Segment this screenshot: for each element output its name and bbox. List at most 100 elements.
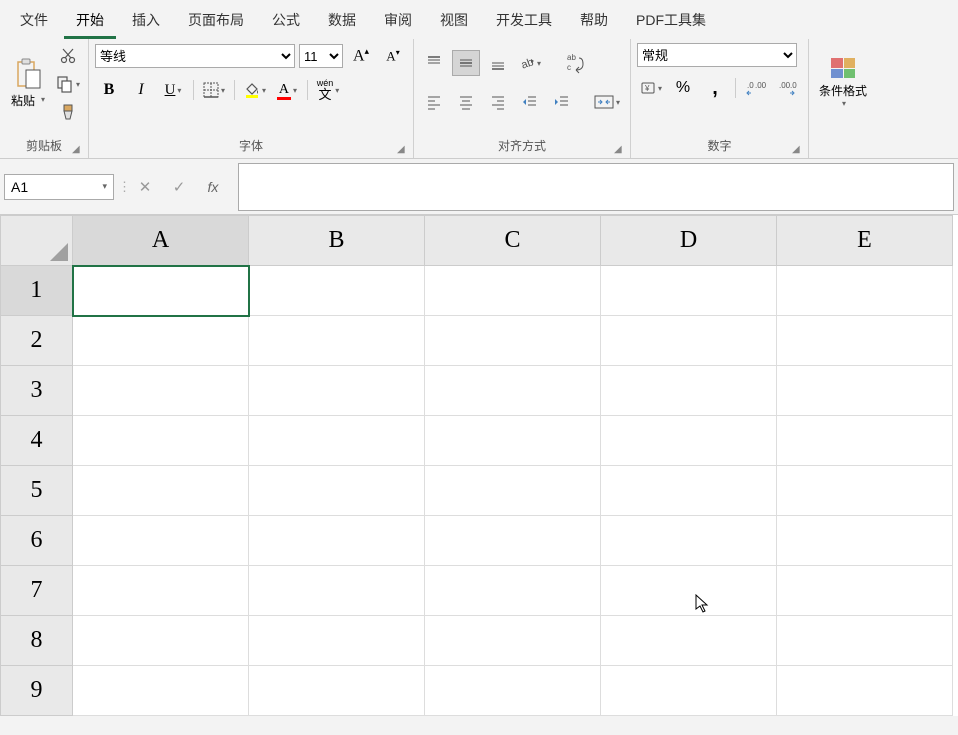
tab-pdf-tools[interactable]: PDF工具集 <box>624 4 718 39</box>
cell-a5[interactable] <box>73 466 249 516</box>
cell-d5[interactable] <box>601 466 777 516</box>
tab-page-layout[interactable]: 页面布局 <box>176 4 256 39</box>
cell-c4[interactable] <box>425 416 601 466</box>
cut-button[interactable] <box>54 43 82 69</box>
number-dialog-launcher[interactable]: ◢ <box>792 144 804 156</box>
cell-d2[interactable] <box>601 316 777 366</box>
insert-function-button[interactable]: fx <box>198 174 228 200</box>
font-name-select[interactable]: 等线 <box>95 44 295 68</box>
tab-review[interactable]: 审阅 <box>372 4 424 39</box>
cell-a2[interactable] <box>73 316 249 366</box>
cell-c5[interactable] <box>425 466 601 516</box>
cell-d4[interactable] <box>601 416 777 466</box>
tab-home[interactable]: 开始 <box>64 4 116 39</box>
underline-button[interactable]: U▾ <box>159 77 187 103</box>
cell-b7[interactable] <box>249 566 425 616</box>
font-color-button[interactable]: A▾ <box>273 77 301 103</box>
cell-b9[interactable] <box>249 666 425 716</box>
decrease-indent-button[interactable] <box>516 89 544 115</box>
cell-b5[interactable] <box>249 466 425 516</box>
increase-font-button[interactable]: A▴ <box>347 43 375 69</box>
increase-decimal-button[interactable]: .0.00 <box>742 75 770 101</box>
tab-insert[interactable]: 插入 <box>120 4 172 39</box>
cell-c8[interactable] <box>425 616 601 666</box>
borders-button[interactable]: ▾ <box>200 77 228 103</box>
cancel-formula-button[interactable]: ✕ <box>130 174 160 200</box>
cell-a8[interactable] <box>73 616 249 666</box>
column-header-e[interactable]: E <box>777 216 953 266</box>
cell-e8[interactable] <box>777 616 953 666</box>
font-size-select[interactable]: 11 <box>299 44 343 68</box>
cell-b3[interactable] <box>249 366 425 416</box>
accounting-format-button[interactable]: ¥▾ <box>637 75 665 101</box>
cell-a3[interactable] <box>73 366 249 416</box>
cell-e9[interactable] <box>777 666 953 716</box>
align-bottom-button[interactable] <box>484 50 512 76</box>
comma-style-button[interactable]: , <box>701 75 729 101</box>
cell-c3[interactable] <box>425 366 601 416</box>
cell-e4[interactable] <box>777 416 953 466</box>
format-painter-button[interactable] <box>54 99 82 125</box>
alignment-dialog-launcher[interactable]: ◢ <box>614 144 626 156</box>
font-dialog-launcher[interactable]: ◢ <box>397 144 409 156</box>
tab-developer[interactable]: 开发工具 <box>484 4 564 39</box>
cell-d3[interactable] <box>601 366 777 416</box>
wrap-text-button[interactable]: abc <box>558 43 592 83</box>
column-header-a[interactable]: A <box>73 216 249 266</box>
paste-button[interactable]: 粘贴▾ <box>6 43 50 123</box>
formula-input[interactable] <box>238 163 954 211</box>
fill-color-button[interactable]: ▾ <box>241 77 269 103</box>
cell-b2[interactable] <box>249 316 425 366</box>
cell-a7[interactable] <box>73 566 249 616</box>
row-header-4[interactable]: 4 <box>1 416 73 466</box>
row-header-2[interactable]: 2 <box>1 316 73 366</box>
cell-a4[interactable] <box>73 416 249 466</box>
row-header-5[interactable]: 5 <box>1 466 73 516</box>
cell-c9[interactable] <box>425 666 601 716</box>
cell-e6[interactable] <box>777 516 953 566</box>
column-header-d[interactable]: D <box>601 216 777 266</box>
cell-c7[interactable] <box>425 566 601 616</box>
orientation-button[interactable]: ab▾ <box>516 50 544 76</box>
align-right-button[interactable] <box>484 89 512 115</box>
cell-e7[interactable] <box>777 566 953 616</box>
row-header-9[interactable]: 9 <box>1 666 73 716</box>
tab-file[interactable]: 文件 <box>8 4 60 39</box>
cell-e1[interactable] <box>777 266 953 316</box>
cell-b6[interactable] <box>249 516 425 566</box>
row-header-7[interactable]: 7 <box>1 566 73 616</box>
cell-d7[interactable] <box>601 566 777 616</box>
merge-center-button[interactable]: ▾ <box>590 89 624 115</box>
name-box[interactable]: A1 ▾ <box>4 174 114 200</box>
align-left-button[interactable] <box>420 89 448 115</box>
clipboard-dialog-launcher[interactable]: ◢ <box>72 144 84 156</box>
cell-a6[interactable] <box>73 516 249 566</box>
cell-a9[interactable] <box>73 666 249 716</box>
cell-c1[interactable] <box>425 266 601 316</box>
tab-formulas[interactable]: 公式 <box>260 4 312 39</box>
cell-e5[interactable] <box>777 466 953 516</box>
bold-button[interactable]: B <box>95 77 123 103</box>
decrease-decimal-button[interactable]: .00.0 <box>774 75 802 101</box>
italic-button[interactable]: I <box>127 77 155 103</box>
cell-e3[interactable] <box>777 366 953 416</box>
conditional-formatting-button[interactable]: 条件格式 ▾ <box>815 43 871 123</box>
chevron-down-icon[interactable]: ▾ <box>102 181 107 192</box>
cell-c2[interactable] <box>425 316 601 366</box>
cell-c6[interactable] <box>425 516 601 566</box>
cell-e2[interactable] <box>777 316 953 366</box>
cell-d8[interactable] <box>601 616 777 666</box>
cell-d1[interactable] <box>601 266 777 316</box>
cell-a1[interactable] <box>73 266 249 316</box>
tab-data[interactable]: 数据 <box>316 4 368 39</box>
cell-d9[interactable] <box>601 666 777 716</box>
align-top-button[interactable] <box>420 50 448 76</box>
align-middle-button[interactable] <box>452 50 480 76</box>
row-header-1[interactable]: 1 <box>1 266 73 316</box>
cell-b8[interactable] <box>249 616 425 666</box>
decrease-font-button[interactable]: A▾ <box>379 43 407 69</box>
align-center-button[interactable] <box>452 89 480 115</box>
tab-help[interactable]: 帮助 <box>568 4 620 39</box>
confirm-formula-button[interactable]: ✓ <box>164 174 194 200</box>
phonetic-guide-button[interactable]: wén文▾ <box>314 77 342 103</box>
